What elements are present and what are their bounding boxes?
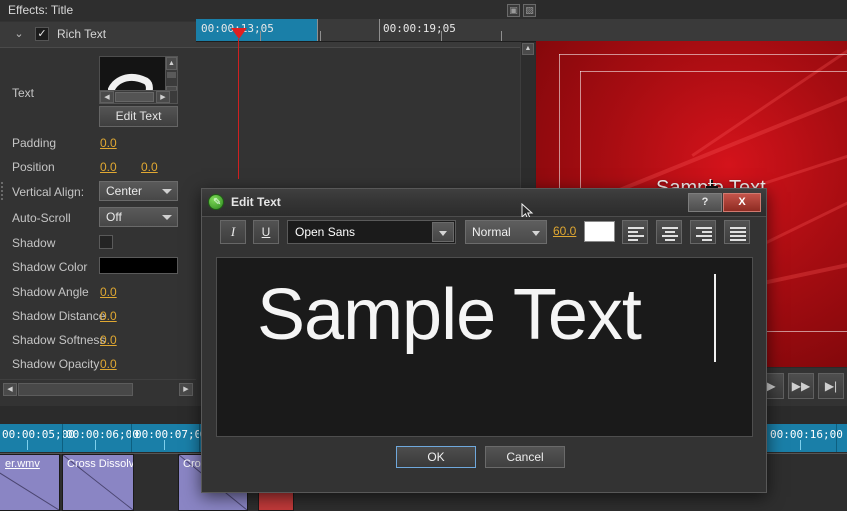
edit-text-dialog: ✎ Edit Text ? X I U Open Sans Normal 60.… (201, 188, 767, 493)
ruler-timecode: 00:00:07;00 (135, 428, 208, 441)
shadow-checkbox[interactable] (99, 235, 113, 249)
shadow-angle-value[interactable]: 0.0 (100, 285, 117, 299)
text-editor-area[interactable]: Sample Text (216, 257, 753, 437)
playhead-marker[interactable] (231, 28, 247, 39)
shadow-softness-value[interactable]: 0.0 (100, 333, 117, 347)
shadow-color-swatch[interactable] (99, 257, 178, 274)
text-color-swatch[interactable] (584, 221, 615, 242)
scroll-right-icon[interactable]: ▶ (156, 91, 170, 103)
fast-forward-button[interactable]: ▶▶ (788, 373, 814, 399)
text-caret (714, 274, 716, 362)
help-button[interactable]: ? (688, 193, 722, 212)
clip-label: Cro (183, 458, 201, 470)
app-icon-glyph: ✎ (213, 197, 222, 208)
chevron-down-icon[interactable]: ⌄ (12, 27, 26, 41)
auto-scroll-dropdown[interactable]: Off (99, 207, 178, 227)
scroll-up-icon[interactable]: ▲ (166, 57, 177, 70)
underline-button[interactable]: U (253, 220, 279, 244)
property-label-auto-scroll: Auto-Scroll (12, 211, 71, 225)
app-icon: ✎ (208, 194, 224, 210)
align-center-icon (662, 227, 678, 243)
ruler-timecode: 00:00:05;00 (2, 428, 75, 441)
ruler-timecode: 00:00:19;05 (383, 22, 456, 35)
chevron-down-icon[interactable] (432, 222, 454, 242)
ruler-timecode: 00:00:16;00 (770, 428, 843, 441)
property-label-shadow: Shadow (12, 236, 56, 250)
panel-close-icon[interactable]: ▨ (523, 4, 536, 17)
text-editor-content: Sample Text (257, 275, 642, 355)
page-title: Effects: Title (8, 3, 74, 17)
edit-text-button[interactable]: Edit Text (99, 106, 178, 127)
align-center-button[interactable] (656, 220, 682, 244)
align-left-button[interactable] (622, 220, 648, 244)
clip-label: er.wmv (5, 458, 40, 470)
scroll-right-icon[interactable]: ▶ (179, 383, 193, 396)
dialog-titlebar[interactable]: ✎ Edit Text ? X (202, 189, 766, 220)
property-label-vertical-align: Vertical Align: (12, 185, 85, 199)
property-label-shadow-opacity: Shadow Opacity (12, 357, 100, 371)
property-label-padding: Padding (12, 136, 57, 150)
cancel-button[interactable]: Cancel (485, 446, 565, 468)
clip-label: Cross Dissolve (67, 458, 134, 470)
dialog-toolbar: I U Open Sans Normal 60.0 (203, 217, 766, 255)
auto-scroll-value: Off (106, 210, 122, 224)
property-label-shadow-distance: Shadow Distance (12, 309, 106, 323)
font-style-value: Normal (472, 225, 511, 239)
panel-float-icon[interactable]: ▣ (507, 4, 520, 17)
playhead-line (238, 39, 239, 179)
rich-text-label: Rich Text (57, 27, 107, 41)
align-left-icon (628, 227, 644, 243)
rich-text-checkbox[interactable]: ✓ (35, 27, 49, 41)
property-label-shadow-angle: Shadow Angle (12, 285, 89, 299)
text-preview-horizontal-scrollbar[interactable]: ◀ ▶ (99, 90, 178, 104)
close-button[interactable]: X (723, 193, 761, 212)
dialog-title: Edit Text (231, 195, 281, 209)
position-x-value[interactable]: 0.0 (100, 160, 117, 174)
padding-value[interactable]: 0.0 (100, 136, 117, 150)
font-family-value: Open Sans (295, 225, 356, 239)
property-label-shadow-softness: Shadow Softness (12, 333, 106, 347)
font-style-dropdown[interactable]: Normal (465, 220, 547, 244)
chevron-down-icon (532, 231, 540, 236)
chevron-down-icon (162, 215, 172, 220)
property-label-position: Position (12, 160, 55, 174)
scroll-left-icon[interactable]: ◀ (100, 91, 114, 103)
align-right-button[interactable] (690, 220, 716, 244)
panel-resize-grip[interactable] (0, 180, 4, 208)
scrollbar-thumb[interactable] (167, 72, 176, 78)
shadow-opacity-value[interactable]: 0.0 (100, 357, 117, 371)
timeline-clip[interactable]: Cross Dissolve (62, 454, 134, 511)
property-label-text: Text (12, 86, 35, 100)
position-y-value[interactable]: 0.0 (141, 160, 158, 174)
scrollbar-thumb[interactable] (115, 92, 154, 102)
scrollbar-thumb[interactable] (18, 383, 133, 396)
align-justify-icon (730, 227, 746, 243)
effects-panel-header (0, 0, 535, 21)
vertical-align-dropdown[interactable]: Center (99, 181, 178, 201)
effects-panel-horizontal-scrollbar[interactable]: ◀ ▶ (0, 379, 196, 399)
skip-to-end-button[interactable]: ▶| (818, 373, 844, 399)
align-right-icon (696, 227, 712, 243)
timeline-clip[interactable]: er.wmv (0, 454, 60, 511)
timeline-ruler[interactable]: 00:00:13;05 00:00:19;05 (196, 19, 847, 42)
vertical-align-value: Center (106, 184, 143, 198)
property-label-shadow-color: Shadow Color (12, 260, 88, 274)
align-justify-button[interactable] (724, 220, 750, 244)
shadow-distance-value[interactable]: 0.0 (100, 309, 117, 323)
font-size-value[interactable]: 60.0 (553, 224, 576, 238)
scroll-up-icon[interactable]: ▲ (522, 43, 534, 55)
chevron-down-icon (162, 189, 172, 194)
ruler-timecode: 00:00:06;00 (66, 428, 139, 441)
italic-button[interactable]: I (220, 220, 246, 244)
scroll-left-icon[interactable]: ◀ (3, 383, 17, 396)
font-family-dropdown[interactable]: Open Sans (287, 220, 456, 244)
ok-button[interactable]: OK (396, 446, 476, 468)
